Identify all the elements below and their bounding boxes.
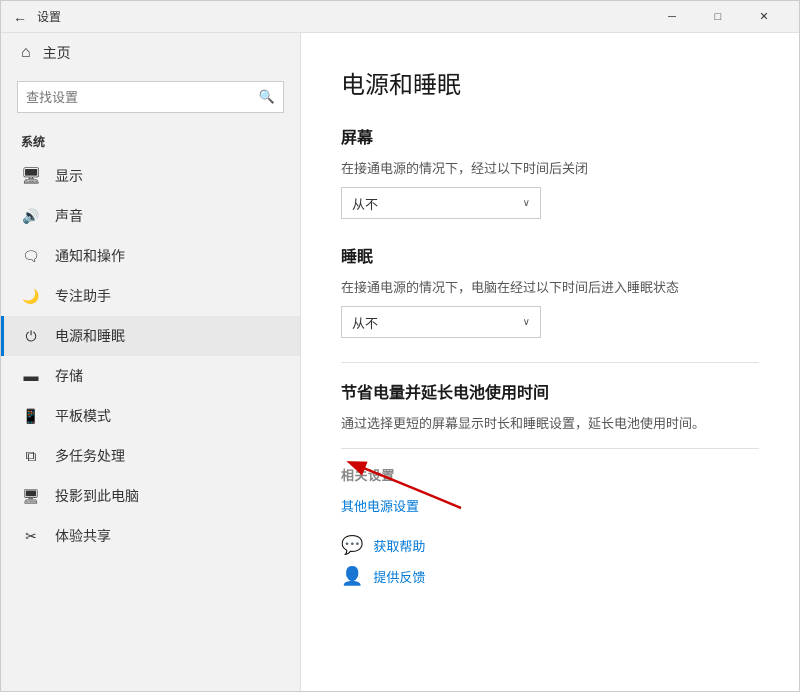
sidebar-item-storage-label: 存储 (55, 366, 83, 386)
sidebar-item-share[interactable]: ✂ 体验共享 (1, 516, 300, 556)
sleep-dropdown-wrapper: 从不 ∨ (341, 306, 759, 338)
share-icon: ✂ (21, 528, 41, 545)
sidebar-item-notification-label: 通知和操作 (55, 246, 125, 266)
sleep-dropdown[interactable]: 从不 ∨ (341, 306, 541, 338)
main-content: ⌂ 主页 🔍 系统 🖥 显示 🔊 声音 🗨 通知和操作 (1, 33, 799, 691)
screen-dropdown-arrow: ∨ (523, 198, 530, 209)
power-icon: ⏻ (21, 328, 41, 345)
focus-icon: 🌙 (21, 288, 41, 305)
sleep-dropdown-value: 从不 (352, 313, 378, 332)
back-icon[interactable]: ← (13, 9, 27, 25)
sidebar-item-share-label: 体验共享 (55, 526, 111, 546)
sleep-desc: 在接通电源的情况下，电脑在经过以下时间后进入睡眠状态 (341, 277, 759, 296)
minimize-button[interactable]: ─ (649, 1, 695, 33)
related-section-title: 相关设置 (341, 465, 759, 484)
sidebar-item-sound-label: 声音 (55, 206, 83, 226)
battery-desc: 通过选择更短的屏幕显示时长和睡眠设置，延长电池使用时间。 (341, 413, 759, 432)
display-icon: 🖥 (21, 166, 41, 186)
sidebar-section-label: 系统 (1, 121, 300, 156)
window-title: 设置 (37, 8, 61, 25)
sidebar-item-power[interactable]: ⏻ 电源和睡眠 (1, 316, 300, 356)
storage-icon: ▬ (21, 368, 41, 385)
notification-icon: 🗨 (21, 248, 41, 265)
maximize-button[interactable]: □ (695, 1, 741, 33)
sidebar-item-project-label: 投影到此电脑 (55, 486, 139, 506)
sidebar-item-focus-label: 专注助手 (55, 286, 111, 306)
feedback-item[interactable]: 👤 提供反馈 (341, 566, 759, 587)
close-button[interactable]: ✕ (741, 1, 787, 33)
sleep-dropdown-arrow: ∨ (523, 317, 530, 328)
help-item[interactable]: 💬 获取帮助 (341, 535, 759, 556)
sidebar-item-tablet[interactable]: 📱 平板模式 (1, 396, 300, 436)
sidebar-item-display-label: 显示 (55, 166, 83, 186)
help-icon: 💬 (341, 535, 363, 556)
sidebar-item-multitask[interactable]: ⧉ 多任务处理 (1, 436, 300, 476)
other-power-settings-link[interactable]: 其他电源设置 (341, 496, 419, 515)
sidebar-item-sound[interactable]: 🔊 声音 (1, 196, 300, 236)
sidebar-item-storage[interactable]: ▬ 存储 (1, 356, 300, 396)
project-icon: 🖥 (21, 488, 41, 505)
sidebar-home[interactable]: ⌂ 主页 (1, 33, 300, 73)
divider-1 (341, 362, 759, 363)
right-panel: 电源和睡眠 屏幕 在接通电源的情况下，经过以下时间后关闭 从不 ∨ 睡眠 在接通… (301, 33, 799, 691)
sidebar: ⌂ 主页 🔍 系统 🖥 显示 🔊 声音 🗨 通知和操作 (1, 33, 301, 691)
sidebar-item-multitask-label: 多任务处理 (55, 446, 125, 466)
screen-dropdown-value: 从不 (352, 194, 378, 213)
sound-icon: 🔊 (21, 208, 41, 225)
battery-heading: 节省电量并延长电池使用时间 (341, 379, 759, 403)
sidebar-item-notification[interactable]: 🗨 通知和操作 (1, 236, 300, 276)
sidebar-item-tablet-label: 平板模式 (55, 406, 111, 426)
feedback-icon: 👤 (341, 566, 363, 587)
search-button[interactable]: 🔍 (259, 89, 275, 105)
screen-dropdown-wrapper: 从不 ∨ (341, 187, 759, 219)
tablet-icon: 📱 (21, 408, 41, 425)
screen-desc: 在接通电源的情况下，经过以下时间后关闭 (341, 158, 759, 177)
search-input[interactable] (26, 90, 259, 105)
settings-window: ← 设置 ─ □ ✕ ⌂ 主页 🔍 系统 🖥 (0, 0, 800, 692)
screen-dropdown[interactable]: 从不 ∨ (341, 187, 541, 219)
divider-2 (341, 448, 759, 449)
sidebar-item-focus[interactable]: 🌙 专注助手 (1, 276, 300, 316)
title-bar-left: ← 设置 (13, 8, 649, 25)
sidebar-item-power-label: 电源和睡眠 (55, 326, 125, 346)
title-bar: ← 设置 ─ □ ✕ (1, 1, 799, 33)
help-label: 获取帮助 (373, 536, 425, 555)
sidebar-item-project[interactable]: 🖥 投影到此电脑 (1, 476, 300, 516)
home-icon: ⌂ (21, 44, 31, 62)
search-box: 🔍 (17, 81, 284, 113)
sidebar-item-display[interactable]: 🖥 显示 (1, 156, 300, 196)
multitask-icon: ⧉ (21, 448, 41, 465)
home-label: 主页 (43, 43, 71, 63)
related-link-wrapper: 其他电源设置 (341, 496, 759, 527)
sleep-heading: 睡眠 (341, 243, 759, 267)
feedback-label: 提供反馈 (373, 567, 425, 586)
window-controls: ─ □ ✕ (649, 1, 787, 33)
screen-heading: 屏幕 (341, 124, 759, 148)
page-title: 电源和睡眠 (341, 65, 759, 100)
